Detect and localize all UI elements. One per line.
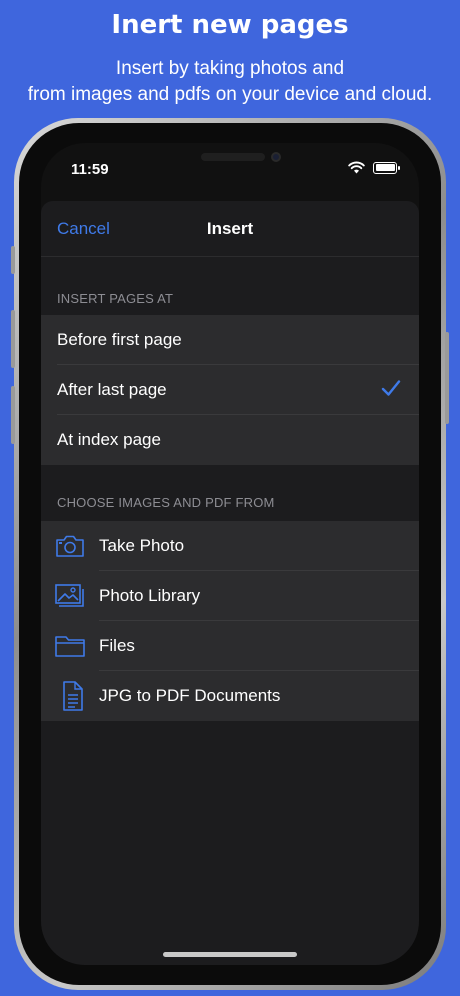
source-take-photo[interactable]: Take Photo xyxy=(41,521,419,571)
promo-title: Inert new pages xyxy=(111,10,349,40)
photo-library-icon xyxy=(41,584,85,608)
volume-down-button xyxy=(11,386,15,444)
battery-icon xyxy=(373,161,400,174)
promo-subtitle: Insert by taking photos and from images … xyxy=(0,56,460,108)
phone-bezel: 11:59 Cancel Insert INSERT PAGES AT Befo… xyxy=(19,123,441,985)
option-at-index-page[interactable]: At index page xyxy=(41,415,419,465)
section-header-insert-pages: INSERT PAGES AT xyxy=(57,291,174,306)
option-label: After last page xyxy=(57,380,167,399)
source-photo-library[interactable]: Photo Library xyxy=(41,571,419,621)
volume-up-button xyxy=(11,310,15,368)
section-header-choose-source: CHOOSE IMAGES AND PDF FROM xyxy=(57,495,275,510)
status-bar: 11:59 xyxy=(41,143,419,199)
promo-subtitle-line-2: from images and pdfs on your device and … xyxy=(27,84,433,105)
power-button xyxy=(445,332,449,424)
source-label: Take Photo xyxy=(99,536,185,555)
option-label: At index page xyxy=(57,430,161,449)
source-label: JPG to PDF Documents xyxy=(99,686,281,705)
front-camera xyxy=(271,152,281,162)
nav-bar: Cancel Insert xyxy=(41,201,419,257)
wifi-icon xyxy=(348,161,365,174)
document-icon xyxy=(41,681,85,711)
speaker-grille xyxy=(201,153,265,161)
promo-subtitle-line-1: Insert by taking photos and xyxy=(115,58,345,79)
cancel-button[interactable]: Cancel xyxy=(57,219,110,239)
home-indicator[interactable] xyxy=(163,952,297,957)
option-before-first-page[interactable]: Before first page xyxy=(41,315,419,365)
source-options-group: Take Photo Photo Library Files JPG to PD… xyxy=(41,521,419,721)
source-files[interactable]: Files xyxy=(41,621,419,671)
insert-options-group: Before first page After last page At ind… xyxy=(41,315,419,465)
source-jpg-to-pdf[interactable]: JPG to PDF Documents xyxy=(41,671,419,721)
phone-frame: 11:59 Cancel Insert INSERT PAGES AT Befo… xyxy=(11,118,449,990)
silent-switch xyxy=(11,246,15,274)
camera-icon xyxy=(41,535,85,557)
checkmark-icon xyxy=(381,380,401,396)
status-icons xyxy=(348,161,400,174)
screen: 11:59 Cancel Insert INSERT PAGES AT Befo… xyxy=(41,143,419,965)
option-label: Before first page xyxy=(57,330,182,349)
source-label: Files xyxy=(99,636,135,655)
option-after-last-page[interactable]: After last page xyxy=(41,365,419,415)
folder-icon xyxy=(41,635,85,657)
status-time: 11:59 xyxy=(71,161,109,178)
insert-sheet: Cancel Insert INSERT PAGES AT Before fir… xyxy=(41,201,419,965)
source-label: Photo Library xyxy=(99,586,201,605)
